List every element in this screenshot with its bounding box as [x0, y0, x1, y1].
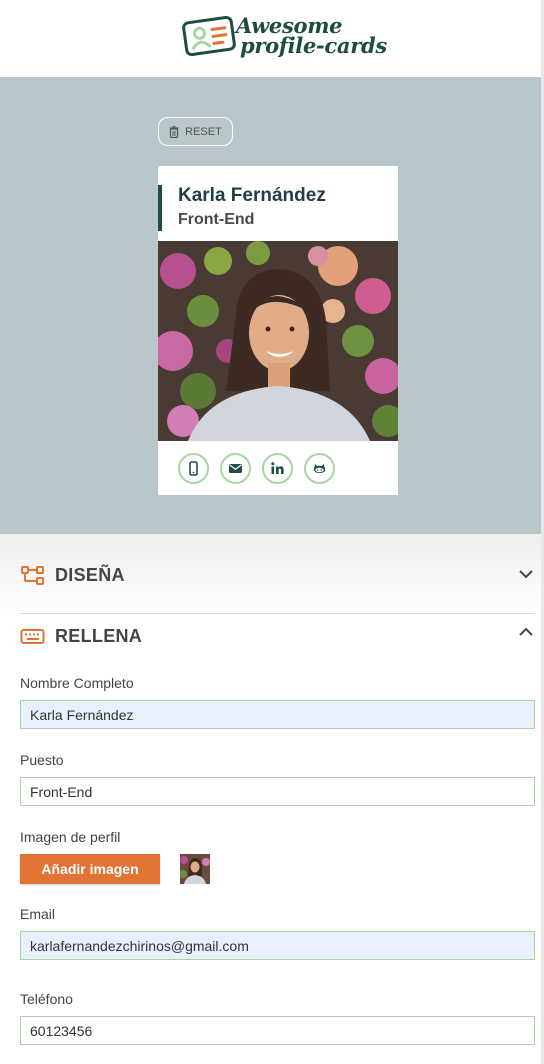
trash-icon — [169, 125, 179, 138]
profile-photo — [158, 241, 398, 441]
reset-label: RESET — [185, 125, 222, 138]
card-name: Karla Fernández — [178, 185, 326, 206]
logo-text: Awesome profile-cards — [236, 15, 387, 58]
chevron-down-icon[interactable] — [518, 569, 534, 579]
logo-line-2: profile-cards — [240, 33, 387, 58]
palette-icon — [21, 566, 44, 585]
card-header: Karla Fernández Front-End — [158, 185, 326, 231]
github-link[interactable] — [304, 453, 335, 484]
linkedin-link[interactable] — [262, 453, 293, 484]
design-section-title[interactable]: DISEÑA — [20, 564, 125, 586]
email-input[interactable] — [20, 931, 535, 960]
job-label: Puesto — [20, 752, 64, 768]
design-section-label: DISEÑA — [55, 564, 125, 585]
add-image-button[interactable]: Añadir imagen — [20, 854, 160, 884]
full-name-input[interactable] — [20, 700, 535, 729]
phone-link[interactable] — [178, 453, 209, 484]
job-input[interactable] — [20, 777, 535, 806]
full-name-label: Nombre Completo — [20, 675, 134, 691]
app-logo[interactable]: Awesome profile-cards — [180, 12, 387, 60]
profile-image-label: Imagen de perfil — [20, 829, 121, 845]
editor-panel: DISEÑA RELLENA Nombre Completo Puesto Im… — [0, 534, 544, 1064]
id-card-icon — [182, 15, 236, 57]
section-divider — [20, 613, 535, 614]
profile-photo-image — [158, 241, 398, 441]
email-link[interactable] — [220, 453, 251, 484]
profile-image-thumbnail — [180, 854, 210, 884]
github-icon — [313, 464, 326, 473]
profile-card: Karla Fernández Front-End — [158, 166, 398, 495]
social-links — [178, 453, 335, 484]
app-header: Awesome profile-cards — [0, 0, 544, 77]
phone-input[interactable] — [20, 1016, 535, 1045]
chevron-up-icon[interactable] — [518, 627, 534, 637]
phone-label: Teléfono — [20, 991, 73, 1007]
card-job: Front-End — [178, 211, 255, 228]
envelope-icon — [229, 464, 242, 473]
linkedin-icon — [271, 462, 284, 474]
fill-section-label: RELLENA — [55, 625, 143, 646]
fill-section-title[interactable]: RELLENA — [20, 625, 142, 647]
email-label: Email — [20, 906, 56, 922]
reset-button[interactable]: RESET — [158, 117, 233, 146]
mobile-phone-icon — [189, 461, 198, 476]
keyboard-icon — [20, 629, 45, 644]
card-preview-area: RESET Karla Fernández Front-End — [0, 77, 544, 534]
